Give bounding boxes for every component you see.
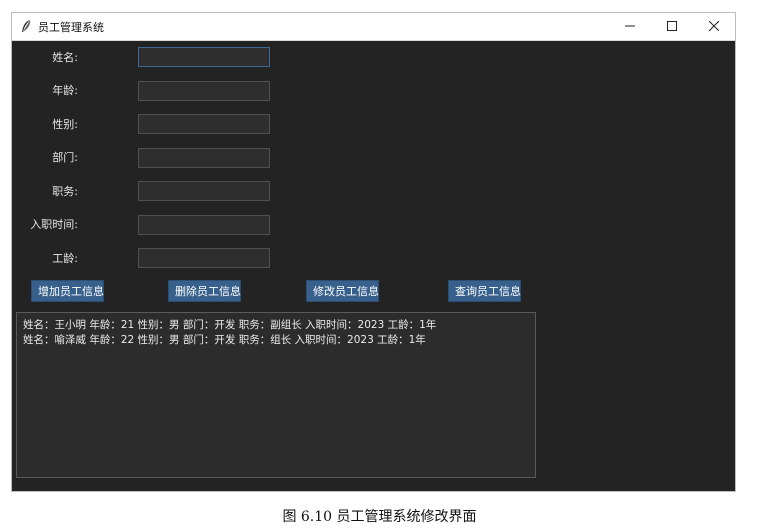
figure-caption: 图 6.10 员工管理系统修改界面 [282, 509, 477, 525]
maximize-button[interactable] [650, 13, 694, 40]
app-window: 员工管理系统 姓名: 年龄: 性别: 部门: 职务: 入职时间: 工龄: 增加员… [11, 12, 736, 492]
seniority-label: 工龄: [52, 252, 78, 265]
seniority-input[interactable] [138, 248, 270, 268]
title-bar[interactable]: 员工管理系统 [12, 13, 735, 41]
minimize-button[interactable] [608, 13, 652, 40]
position-input[interactable] [138, 181, 270, 201]
output-line: 姓名：王小明 年龄：21 性别：男 部门：开发 职务：副组长 入职时间：2023… [23, 319, 437, 331]
department-label: 部门: [52, 151, 78, 164]
close-button[interactable] [692, 13, 736, 40]
feather-icon [20, 19, 32, 34]
maximize-icon [667, 21, 677, 31]
department-input[interactable] [138, 148, 270, 168]
output-text-area[interactable]: 姓名：王小明 年龄：21 性别：男 部门：开发 职务：副组长 入职时间：2023… [16, 312, 536, 478]
age-label: 年龄: [52, 84, 78, 97]
close-icon [709, 21, 719, 31]
output-line: 姓名：喻泽威 年龄：22 性别：男 部门：开发 职务：组长 入职时间：2023 … [23, 334, 426, 346]
gender-input[interactable] [138, 114, 270, 134]
window-title: 员工管理系统 [38, 21, 104, 34]
name-label: 姓名: [52, 51, 78, 64]
query-employee-button[interactable]: 查询员工信息 [448, 280, 521, 302]
name-input[interactable] [138, 47, 270, 67]
minimize-icon [625, 25, 635, 27]
gender-label: 性别: [52, 118, 78, 131]
delete-employee-button[interactable]: 删除员工信息 [168, 280, 241, 302]
modify-employee-button[interactable]: 修改员工信息 [306, 280, 379, 302]
position-label: 职务: [52, 185, 78, 198]
add-employee-button[interactable]: 增加员工信息 [31, 280, 104, 302]
age-input[interactable] [138, 81, 270, 101]
hire-date-label: 入职时间: [30, 218, 78, 231]
hire-date-input[interactable] [138, 215, 270, 235]
